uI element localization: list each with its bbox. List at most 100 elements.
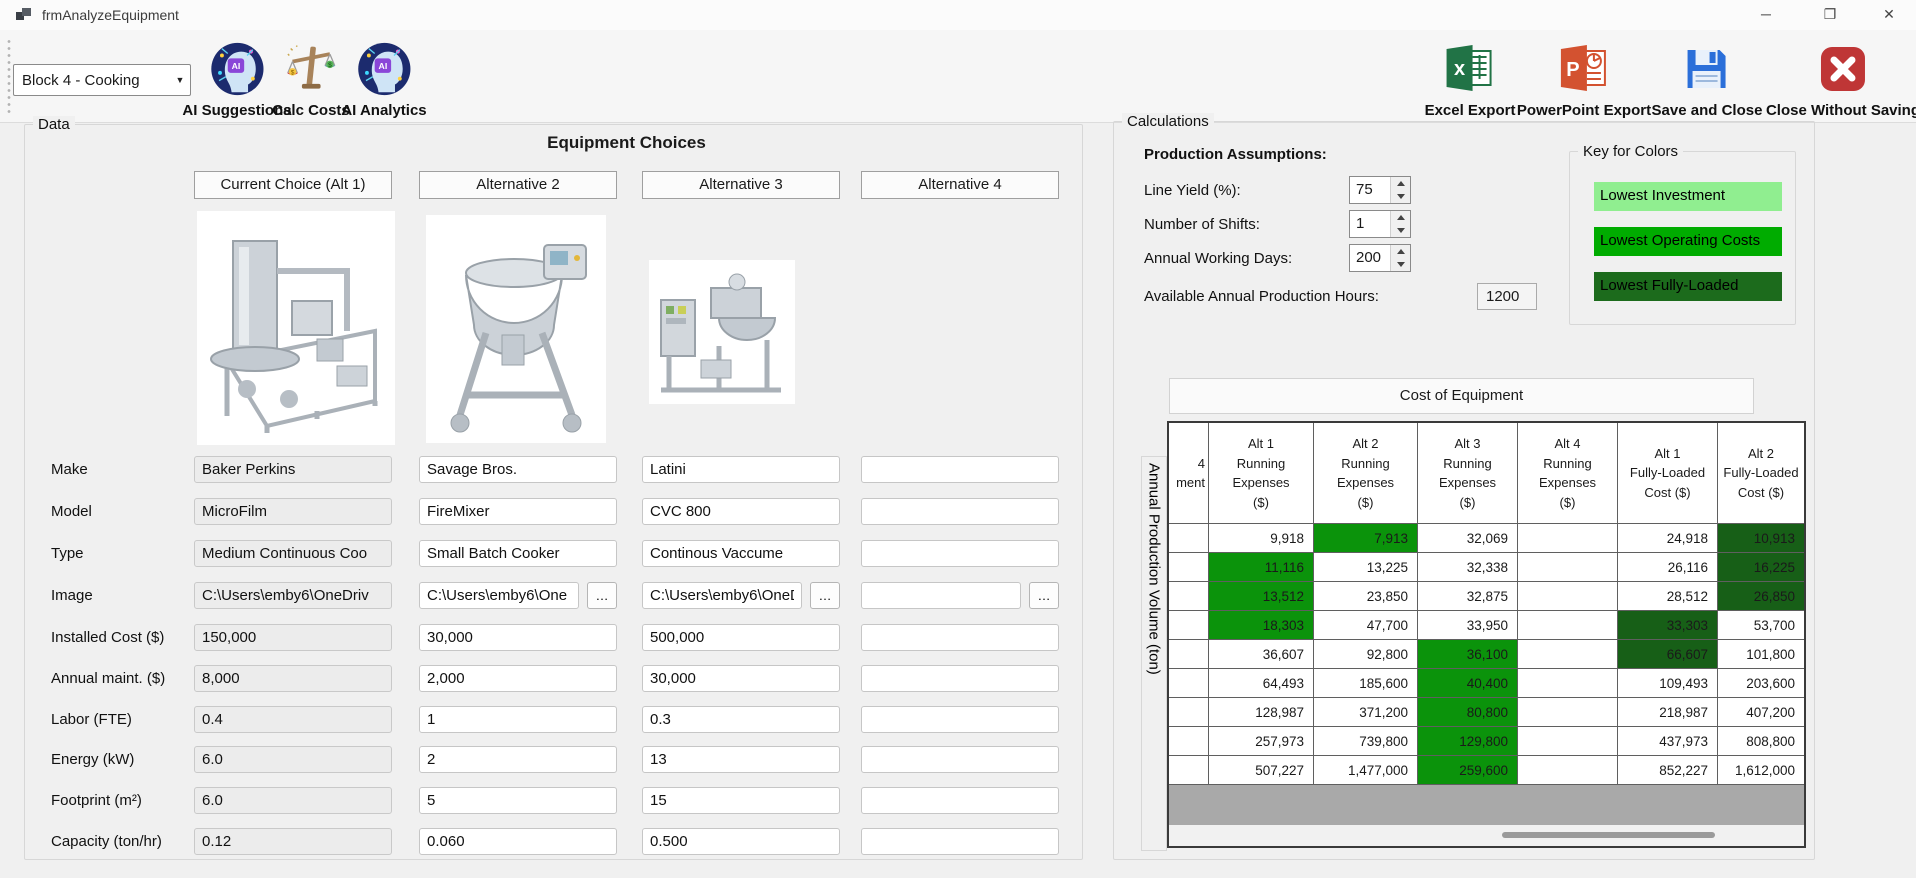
grid-cell-empty[interactable] bbox=[1169, 524, 1209, 553]
horizontal-scrollbar[interactable] bbox=[1169, 825, 1804, 846]
maximize-button[interactable]: ❐ bbox=[1810, 0, 1850, 29]
grid-cell[interactable]: 203,600 bbox=[1718, 669, 1804, 698]
grid-cell[interactable]: 66,607 bbox=[1618, 640, 1718, 669]
field-alt1-footprint-m[interactable] bbox=[194, 787, 392, 814]
spin-down-icon[interactable] bbox=[1391, 190, 1410, 203]
grid-cell[interactable]: 33,950 bbox=[1418, 611, 1518, 640]
field-alt4-type[interactable] bbox=[861, 540, 1059, 567]
grid-cell[interactable]: 80,800 bbox=[1418, 698, 1518, 727]
field-alt4-annual-maint[interactable] bbox=[861, 665, 1059, 692]
line-yield-stepper[interactable]: 75 bbox=[1349, 176, 1411, 204]
grid-cell[interactable] bbox=[1518, 611, 1618, 640]
browse-image-button-alt2[interactable]: … bbox=[587, 582, 617, 609]
field-alt4-energy-kw[interactable] bbox=[861, 746, 1059, 773]
spin-up-icon[interactable] bbox=[1391, 177, 1410, 190]
field-alt4-installed-cost[interactable] bbox=[861, 624, 1059, 651]
grid-cell[interactable]: 852,227 bbox=[1618, 756, 1718, 785]
spin-up-icon[interactable] bbox=[1391, 245, 1410, 258]
field-alt3-installed-cost[interactable] bbox=[642, 624, 840, 651]
grid-cell[interactable]: 36,607 bbox=[1209, 640, 1314, 669]
spin-down-icon[interactable] bbox=[1391, 258, 1410, 271]
field-alt1-annual-maint[interactable] bbox=[194, 665, 392, 692]
field-alt4-model[interactable] bbox=[861, 498, 1059, 525]
field-alt1-labor-fte[interactable] bbox=[194, 706, 392, 733]
grid-cell[interactable] bbox=[1518, 582, 1618, 611]
grid-cell[interactable]: 1,612,000 bbox=[1718, 756, 1804, 785]
ai-analytics-button[interactable]: AI AI Analytics bbox=[341, 33, 427, 119]
grid-cell[interactable]: 101,800 bbox=[1718, 640, 1804, 669]
field-alt1-installed-cost[interactable] bbox=[194, 624, 392, 651]
grid-cell[interactable]: 28,512 bbox=[1618, 582, 1718, 611]
grid-cell[interactable]: 437,973 bbox=[1618, 727, 1718, 756]
field-alt1-model[interactable] bbox=[194, 498, 392, 525]
field-alt2-model[interactable] bbox=[419, 498, 617, 525]
powerpoint-export-button[interactable]: P PowerPoint Export bbox=[1517, 33, 1651, 119]
grid-cell[interactable]: 128,987 bbox=[1209, 698, 1314, 727]
grid-cell[interactable]: 371,200 bbox=[1314, 698, 1418, 727]
field-alt2-labor-fte[interactable] bbox=[419, 706, 617, 733]
scrollbar-thumb[interactable] bbox=[1502, 832, 1715, 838]
grid-cell[interactable]: 92,800 bbox=[1314, 640, 1418, 669]
grid-cell[interactable]: 64,493 bbox=[1209, 669, 1314, 698]
grid-cell-empty[interactable] bbox=[1169, 669, 1209, 698]
field-alt4-footprint-m[interactable] bbox=[861, 787, 1059, 814]
grid-cell[interactable]: 129,800 bbox=[1418, 727, 1518, 756]
grid-cell[interactable]: 47,700 bbox=[1314, 611, 1418, 640]
grid-cell[interactable] bbox=[1518, 727, 1618, 756]
field-alt2-annual-maint[interactable] bbox=[419, 665, 617, 692]
field-alt3-energy-kw[interactable] bbox=[642, 746, 840, 773]
grid-cell[interactable]: 507,227 bbox=[1209, 756, 1314, 785]
grid-cell-empty[interactable] bbox=[1169, 727, 1209, 756]
field-alt4-make[interactable] bbox=[861, 456, 1059, 483]
grid-cell[interactable]: 7,913 bbox=[1314, 524, 1418, 553]
close-without-saving-button[interactable]: Close Without Saving bbox=[1766, 33, 1916, 119]
field-alt3-image[interactable] bbox=[642, 582, 802, 609]
grid-cell[interactable]: 10,913 bbox=[1718, 524, 1804, 553]
grid-cell[interactable]: 33,303 bbox=[1618, 611, 1718, 640]
grid-cell[interactable]: 808,800 bbox=[1718, 727, 1804, 756]
browse-image-button-alt4[interactable]: … bbox=[1029, 582, 1059, 609]
grid-cell-empty[interactable] bbox=[1169, 611, 1209, 640]
grid-cell[interactable]: 257,973 bbox=[1209, 727, 1314, 756]
grid-cell[interactable] bbox=[1518, 669, 1618, 698]
grid-cell-empty[interactable] bbox=[1169, 698, 1209, 727]
grid-cell[interactable]: 36,100 bbox=[1418, 640, 1518, 669]
grid-cell[interactable]: 18,303 bbox=[1209, 611, 1314, 640]
block-selector-dropdown[interactable]: Block 4 - Cooking ▼ bbox=[13, 64, 191, 96]
field-alt3-capacity-ton-hr[interactable] bbox=[642, 828, 840, 855]
grid-cell[interactable]: 23,850 bbox=[1314, 582, 1418, 611]
grid-cell[interactable]: 739,800 bbox=[1314, 727, 1418, 756]
grid-cell-empty[interactable] bbox=[1169, 640, 1209, 669]
field-alt3-labor-fte[interactable] bbox=[642, 706, 840, 733]
grid-cell[interactable]: 9,918 bbox=[1209, 524, 1314, 553]
field-alt4-image[interactable] bbox=[861, 582, 1021, 609]
field-alt2-footprint-m[interactable] bbox=[419, 787, 617, 814]
grid-cell[interactable]: 24,918 bbox=[1618, 524, 1718, 553]
field-alt2-capacity-ton-hr[interactable] bbox=[419, 828, 617, 855]
grid-cell[interactable]: 109,493 bbox=[1618, 669, 1718, 698]
number-of-shifts-stepper[interactable]: 1 bbox=[1349, 210, 1411, 238]
annual-working-days-stepper[interactable]: 200 bbox=[1349, 244, 1411, 272]
grid-cell-empty[interactable] bbox=[1169, 553, 1209, 582]
field-alt3-make[interactable] bbox=[642, 456, 840, 483]
grid-cell-empty[interactable] bbox=[1169, 756, 1209, 785]
grid-cell[interactable]: 259,600 bbox=[1418, 756, 1518, 785]
field-alt2-make[interactable] bbox=[419, 456, 617, 483]
grid-cell[interactable]: 16,225 bbox=[1718, 553, 1804, 582]
grid-cell[interactable] bbox=[1518, 698, 1618, 727]
grid-cell[interactable]: 13,512 bbox=[1209, 582, 1314, 611]
grid-cell[interactable]: 1,477,000 bbox=[1314, 756, 1418, 785]
field-alt2-image[interactable] bbox=[419, 582, 579, 609]
spin-up-icon[interactable] bbox=[1391, 211, 1410, 224]
close-button[interactable]: ✕ bbox=[1869, 0, 1909, 29]
grid-cell[interactable] bbox=[1518, 524, 1618, 553]
field-alt4-capacity-ton-hr[interactable] bbox=[861, 828, 1059, 855]
grid-cell[interactable]: 40,400 bbox=[1418, 669, 1518, 698]
toolbar-gripper[interactable] bbox=[7, 38, 11, 114]
field-alt4-labor-fte[interactable] bbox=[861, 706, 1059, 733]
field-alt1-energy-kw[interactable] bbox=[194, 746, 392, 773]
field-alt3-annual-maint[interactable] bbox=[642, 665, 840, 692]
field-alt1-image[interactable] bbox=[194, 582, 392, 609]
minimize-button[interactable]: ─ bbox=[1746, 0, 1786, 29]
grid-cell[interactable]: 26,850 bbox=[1718, 582, 1804, 611]
